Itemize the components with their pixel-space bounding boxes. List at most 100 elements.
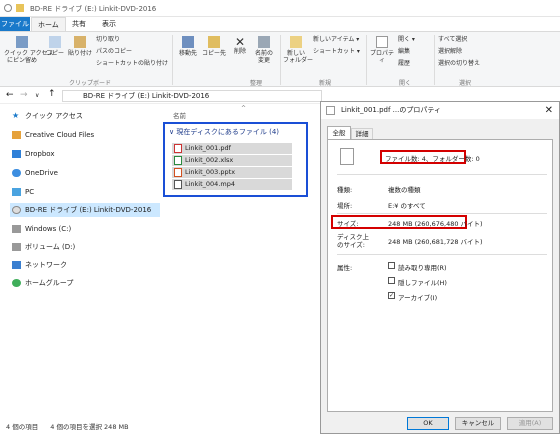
nav-item-bd-re-drive[interactable]: BD-RE ドライブ (E:) Linkit-DVD-2016 [10, 203, 160, 217]
folder-icon [12, 131, 21, 139]
nav-item-quick-access[interactable]: ★ クイック アクセス [10, 109, 160, 123]
pin-button[interactable]: クイック アクセス にピン留め [4, 36, 54, 64]
dialog-title: Linkit_001.pdf ...のプロパティ [341, 106, 441, 114]
divider [366, 35, 367, 85]
paste-button[interactable]: 貼り付け [68, 36, 92, 57]
dialog-title-bar: Linkit_001.pdf ...のプロパティ ✕ [321, 102, 559, 119]
readonly-checkbox[interactable]: 読み取り専用(R) [388, 262, 447, 272]
cancel-button[interactable]: キャンセル [455, 417, 501, 430]
history-button[interactable]: 履歴 [398, 60, 410, 67]
cut-button[interactable]: 切り取り [96, 36, 120, 43]
new-folder-icon [290, 36, 302, 48]
cloud-icon [12, 169, 21, 177]
ok-button[interactable]: OK [407, 417, 449, 430]
tab-file[interactable]: ファイル [0, 17, 30, 31]
chevron-down-icon[interactable]: ∨ [35, 92, 39, 99]
back-icon[interactable]: ← [6, 90, 14, 100]
tab-general[interactable]: 全般 [327, 126, 351, 139]
address-input[interactable]: BD-RE ドライブ (E:) Linkit-DVD-2016 [62, 90, 322, 102]
select-none-button[interactable]: 選択解除 [438, 48, 462, 55]
type-value: 複数の種類 [388, 186, 421, 194]
properties-dialog: Linkit_001.pdf ...のプロパティ ✕ 全般 詳細 ファイル数: … [320, 101, 560, 434]
group-header[interactable]: ∨ 現在ディスクにあるファイル (4) [169, 127, 279, 137]
divider [337, 174, 547, 175]
type-label: 種類: [337, 186, 353, 194]
files-folders-count: ファイル数: 4、フォルダー数: 0 [385, 155, 480, 163]
copy-to-button[interactable]: コピー先 [202, 36, 226, 57]
tab-details[interactable]: 詳細 [351, 128, 373, 139]
copy-button[interactable]: コピー [44, 36, 66, 57]
general-panel: ファイル数: 4、フォルダー数: 0 種類: 複数の種類 場所: E:¥ のすべ… [327, 139, 553, 412]
window-title: BD-RE ドライブ (E:) Linkit-DVD-2016 [30, 5, 157, 13]
close-icon[interactable]: ✕ [545, 102, 553, 119]
dropbox-icon [12, 150, 21, 158]
divider [280, 35, 281, 85]
title-bar: BD-RE ドライブ (E:) Linkit-DVD-2016 [0, 0, 560, 17]
forward-icon[interactable]: → [20, 90, 28, 100]
properties-icon [376, 36, 388, 48]
apply-button[interactable]: 適用(A) [507, 417, 553, 430]
new-item-button[interactable]: 新しいアイテム ▾ [313, 36, 359, 43]
archive-checkbox[interactable]: ✓ アーカイブ(I) [388, 292, 437, 302]
nav-item-creative-cloud[interactable]: Creative Cloud Files [10, 128, 160, 142]
invert-selection-button[interactable]: 選択の切り替え [438, 60, 480, 67]
select-all-button[interactable]: すべて選択 [438, 36, 467, 43]
new-folder-button[interactable]: 新しい フォルダー [283, 36, 313, 64]
nav-item-onedrive[interactable]: OneDrive [10, 166, 160, 180]
nav-item-pc[interactable]: PC [10, 185, 160, 199]
checkmark-icon: ✓ [388, 292, 395, 299]
nav-item-volume-d[interactable]: ボリューム (D:) [10, 240, 160, 254]
file-row[interactable]: Linkit_001.pdf [172, 143, 292, 154]
pin-icon [16, 36, 28, 48]
tab-home[interactable]: ホーム [31, 17, 66, 31]
hidden-checkbox[interactable]: 隠しファイル(H) [388, 277, 447, 287]
paste-shortcut-button[interactable]: ショートカットの貼り付け [96, 60, 168, 67]
paste-icon [74, 36, 86, 48]
nav-item-windows-c[interactable]: Windows (C:) [10, 222, 160, 236]
properties-button[interactable]: プロパティ [368, 36, 396, 64]
file-row[interactable]: Linkit_002.xlsx [172, 155, 292, 166]
homegroup-icon [12, 279, 21, 287]
size-label: サイズ: [337, 220, 359, 228]
size-value: 248 MB (260,676,480 バイト) [388, 220, 483, 228]
divider [434, 35, 435, 85]
disk-size-value: 248 MB (260,681,728 バイト) [388, 238, 483, 246]
video-icon [174, 180, 182, 189]
shortcut-button[interactable]: ショートカット ▾ [313, 48, 360, 55]
organize-group-label: 整理 [249, 80, 262, 87]
disk-size-label: ディスク上 のサイズ: [337, 233, 370, 249]
powerpoint-icon [174, 168, 182, 177]
column-header-name[interactable]: 名前 [173, 110, 186, 120]
nav-item-dropbox[interactable]: Dropbox [10, 147, 160, 161]
delete-button[interactable]: ✕ 削除 [230, 36, 250, 55]
open-button[interactable]: 開く ▾ [398, 36, 415, 43]
pdf-icon [174, 144, 182, 153]
drive-icon [12, 243, 21, 251]
rename-button[interactable]: 名前の 変更 [252, 36, 276, 64]
edit-button[interactable]: 編集 [398, 48, 410, 55]
nav-item-network[interactable]: ネットワーク [10, 258, 160, 272]
copy-icon [49, 36, 61, 48]
up-icon[interactable]: ↑ [48, 89, 56, 99]
sort-chevron-icon: ^ [241, 105, 247, 112]
document-icon [326, 106, 335, 115]
navigation-pane: ★ クイック アクセス Creative Cloud Files Dropbox … [0, 105, 162, 420]
file-list: 名前 ^ ∨ 現在ディスクにあるファイル (4) Linkit_001.pdf … [163, 105, 320, 420]
location-label: 場所: [337, 202, 353, 210]
star-icon: ★ [12, 111, 20, 120]
tab-share[interactable]: 共有 [66, 17, 92, 31]
file-row[interactable]: Linkit_004.mp4 [172, 179, 292, 190]
move-icon [182, 36, 194, 48]
multiple-files-icon [340, 148, 354, 165]
divider [337, 213, 547, 214]
file-row[interactable]: Linkit_003.pptx [172, 167, 292, 178]
attributes-label: 属性: [337, 264, 353, 272]
move-to-button[interactable]: 移動先 [176, 36, 200, 57]
ribbon: クイック アクセス にピン留め コピー 貼り付け 切り取り パスのコピー ショー… [0, 31, 560, 87]
disc-icon [12, 206, 21, 214]
copy-path-button[interactable]: パスのコピー [96, 48, 132, 55]
tab-view[interactable]: 表示 [96, 17, 122, 31]
open-group-label: 開く [398, 80, 411, 87]
copy-to-icon [208, 36, 220, 48]
nav-item-homegroup[interactable]: ホームグループ [10, 276, 160, 290]
